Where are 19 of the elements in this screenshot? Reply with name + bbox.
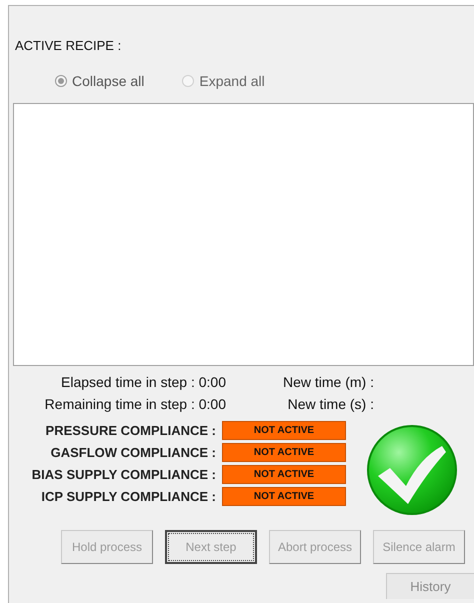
radio-label[interactable]: Expand all [199,70,265,92]
compliance-label: GASFLOW COMPLIANCE : [50,444,216,462]
recipe-label: ACTIVE RECIPE : [14,37,122,52]
new-time-label: New time (m) : [282,372,374,392]
radio-label[interactable]: Collapse all [72,70,144,92]
compliance-label: ICP SUPPLY COMPLIANCE : [40,488,216,506]
status-indicator: NOT ACTIVE [222,487,346,506]
compliance-label: PRESSURE COMPLIANCE : [44,422,216,440]
time-label: Remaining time in step : 0:00 [44,394,226,414]
new-time-label: New time (s) : [286,394,374,414]
time-label: Elapsed time in step : 0:00 [60,372,226,392]
radio-button[interactable] [55,75,67,87]
check-mark-icon [366,424,458,516]
status-indicator: NOT ACTIVE [222,421,346,440]
compliance-label: BIAS SUPPLY COMPLIANCE : [30,466,216,484]
status-indicator: NOT ACTIVE [222,443,346,462]
radio-button[interactable] [182,75,194,87]
recipe-tree-view[interactable] [13,103,474,366]
status-indicator: NOT ACTIVE [222,465,346,484]
